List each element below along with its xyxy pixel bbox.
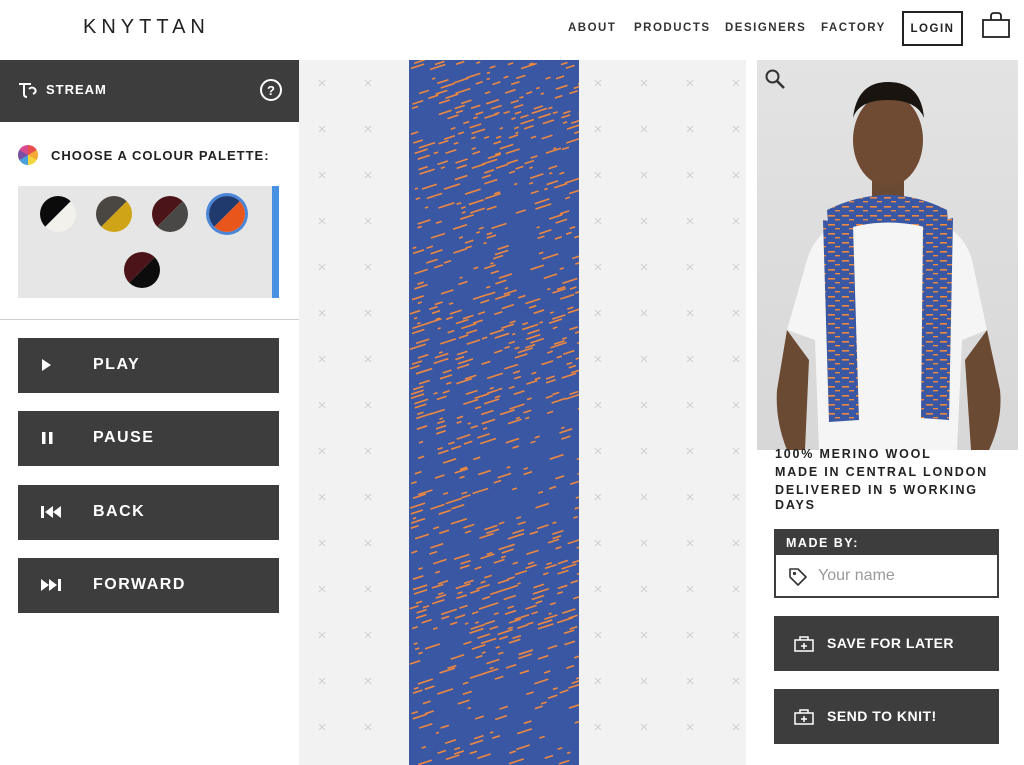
brand-logo[interactable]: KNYTTAN — [83, 16, 210, 39]
send-to-knit-button[interactable]: SEND TO KNIT! — [774, 689, 999, 744]
skip-back-icon — [41, 506, 61, 518]
nav-designers[interactable]: DESIGNERS — [725, 22, 806, 34]
scarf-pattern-strip — [409, 60, 579, 765]
play-icon — [42, 359, 51, 371]
model-wearing-scarf-image — [757, 60, 1018, 450]
scarf-knit-texture — [409, 60, 579, 765]
palette-scrollbar[interactable] — [272, 186, 279, 298]
palette-heading: CHOOSE A COLOUR PALETTE: — [51, 148, 270, 163]
pause-icon — [42, 432, 53, 444]
stream-header: STREAM ? — [0, 60, 299, 122]
nav-about[interactable]: ABOUT — [568, 22, 616, 34]
save-for-later-button[interactable]: SAVE FOR LATER — [774, 616, 999, 671]
tag-icon — [789, 568, 807, 586]
designer-name-input[interactable] — [776, 555, 997, 596]
gift-box-icon — [794, 709, 814, 725]
nav-products[interactable]: PRODUCTS — [634, 22, 711, 34]
help-icon[interactable]: ? — [260, 79, 282, 101]
made-by-field: MADE BY: — [774, 529, 999, 598]
palette-swatch-burgundy-black[interactable] — [124, 252, 160, 288]
product-detail-delivery: DELIVERED IN 5 WORKING — [775, 483, 978, 497]
stream-panel: STREAM ? CHOOSE A COLOUR PALETTE: PLAY P… — [0, 60, 299, 765]
zoom-icon[interactable] — [764, 68, 786, 90]
shopping-bag-icon[interactable] — [982, 12, 1010, 38]
palette-swatch-burgundy-grey[interactable] — [152, 196, 188, 232]
product-detail-delivery-cont: DAYS — [775, 498, 816, 512]
send-to-knit-label: SEND TO KNIT! — [827, 708, 937, 724]
forward-button[interactable]: FORWARD — [18, 558, 279, 613]
palette-swatch-black-cream[interactable] — [40, 196, 76, 232]
site-header: KNYTTAN ABOUT PRODUCTS DESIGNERS FACTORY… — [0, 0, 1024, 60]
play-label: PLAY — [93, 356, 141, 373]
save-for-later-label: SAVE FOR LATER — [827, 635, 955, 651]
pause-label: PAUSE — [93, 429, 155, 446]
product-model-image — [757, 60, 1018, 450]
stream-logo-icon — [19, 83, 37, 98]
back-button[interactable]: BACK — [18, 485, 279, 540]
palette-swatch-navy-orange[interactable] — [209, 196, 245, 232]
pause-button[interactable]: PAUSE — [18, 411, 279, 466]
pattern-preview — [299, 60, 746, 765]
stream-title: STREAM — [46, 82, 107, 97]
skip-forward-icon — [41, 579, 61, 591]
colour-wheel-icon — [18, 145, 38, 165]
made-by-label: MADE BY: — [776, 531, 997, 555]
palette-swatch-grey-mustard[interactable] — [96, 196, 132, 232]
login-button[interactable]: LOGIN — [902, 11, 963, 46]
product-detail-origin: MADE IN CENTRAL LONDON — [775, 465, 988, 479]
panel-divider — [0, 319, 299, 320]
nav-factory[interactable]: FACTORY — [821, 22, 886, 34]
forward-label: FORWARD — [93, 576, 186, 593]
play-button[interactable]: PLAY — [18, 338, 279, 393]
product-detail-material: 100% MERINO WOOL — [775, 447, 932, 461]
back-label: BACK — [93, 503, 146, 520]
gift-box-icon — [794, 636, 814, 652]
